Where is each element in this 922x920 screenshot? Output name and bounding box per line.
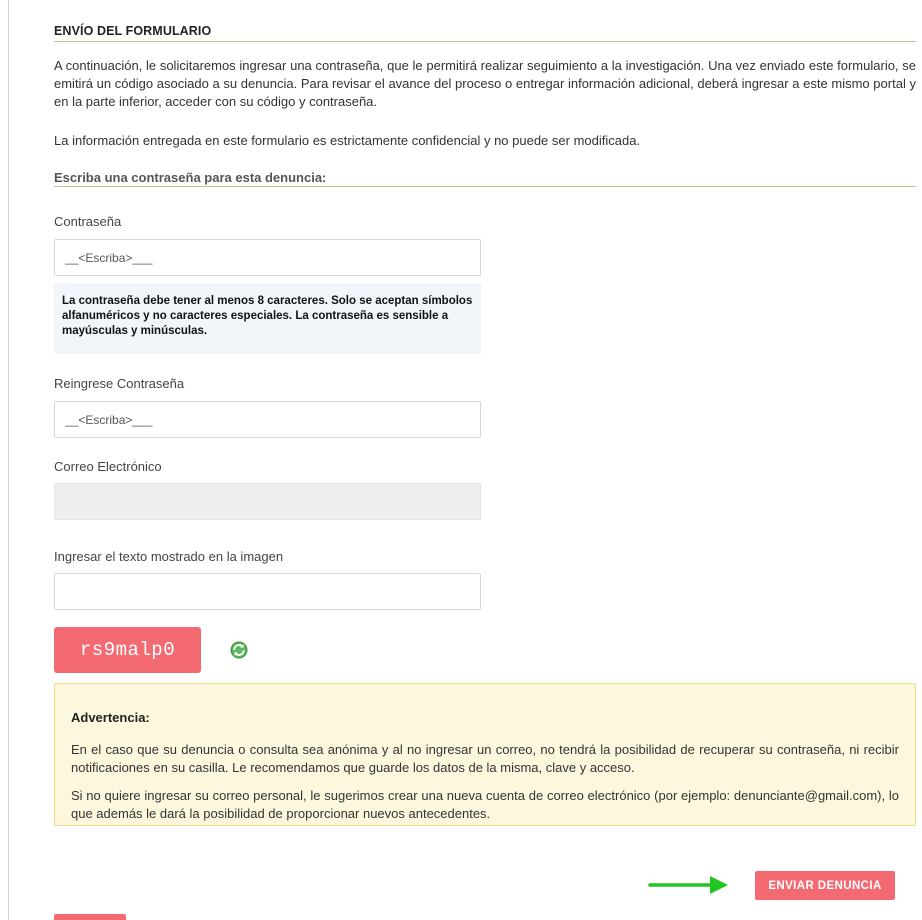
section-title: ENVÍO DEL FORMULARIO — [54, 24, 212, 38]
captcha-input[interactable] — [54, 573, 481, 610]
warning-paragraph: Si no quiere ingresar su correo personal… — [71, 788, 899, 821]
intro-text: A continuación, le solicitaremos ingresa… — [54, 58, 916, 109]
warning-paragraph: En el caso que su denuncia o consulta se… — [71, 742, 899, 775]
partial-button[interactable] — [54, 914, 126, 920]
arrow-right-icon — [648, 876, 728, 894]
section-divider — [54, 41, 916, 42]
password-confirm-label: Reingrese Contraseña — [54, 376, 185, 391]
captcha-image: rs9malp0 — [54, 627, 201, 673]
warning-box: Advertencia: En el caso que su denuncia … — [54, 683, 916, 826]
captcha-label: Ingresar el texto mostrado en la imagen — [54, 549, 284, 564]
refresh-icon[interactable] — [230, 641, 248, 659]
password-input[interactable] — [54, 239, 481, 276]
submit-complaint-button[interactable]: ENVIAR DENUNCIA — [755, 871, 895, 900]
warning-title: Advertencia: — [71, 710, 150, 725]
password-confirm-input[interactable] — [54, 401, 481, 438]
password-subhead: Escriba una contraseña para esta denunci… — [54, 170, 327, 185]
subhead-divider — [54, 186, 916, 187]
confidential-notice: La información entregada en este formula… — [54, 133, 641, 148]
password-hint: La contraseña debe tener al menos 8 cara… — [54, 283, 481, 354]
password-label: Contraseña — [54, 214, 122, 229]
email-label: Correo Electrónico — [54, 459, 162, 474]
email-field[interactable] — [54, 483, 481, 520]
page-left-border — [8, 0, 9, 920]
